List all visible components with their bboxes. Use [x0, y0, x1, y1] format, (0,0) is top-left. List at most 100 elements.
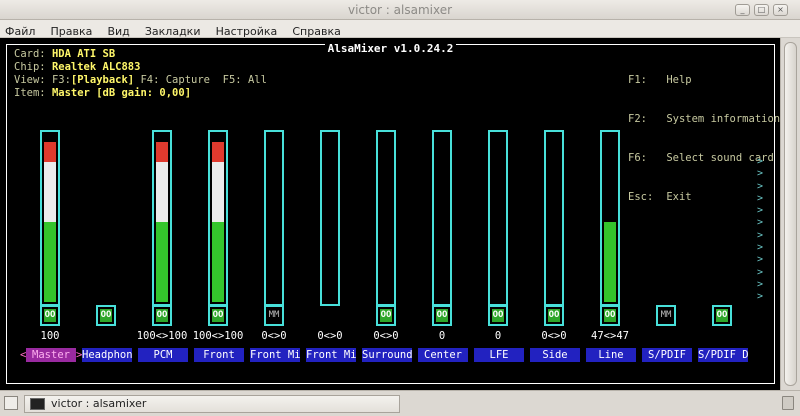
volume-meter[interactable]	[208, 130, 228, 306]
mute-switch[interactable]: MM	[264, 305, 284, 326]
chip-label: Chip:	[14, 61, 46, 73]
channel-name[interactable]: Front Mi	[306, 348, 356, 362]
mixer-title: AlsaMixer v1.0.24.2	[324, 42, 457, 55]
terminal-scrollbar[interactable]	[780, 38, 800, 390]
volume-segment	[212, 232, 224, 242]
volume-meter[interactable]	[432, 130, 452, 306]
channel-name[interactable]: Front Mi	[250, 348, 300, 362]
mute-switch[interactable]: MM	[656, 305, 676, 326]
channel-name[interactable]: Side	[530, 348, 580, 362]
volume-segment	[212, 282, 224, 292]
mute-switch[interactable]: OO	[432, 305, 452, 326]
volume-segment	[604, 252, 616, 262]
volume-value: 100	[40, 330, 60, 342]
selection-left-marker: <	[20, 349, 27, 361]
mute-switch[interactable]: OO	[208, 305, 228, 326]
view-playback[interactable]: [Playback]	[71, 74, 134, 86]
mute-switch[interactable]: OO	[712, 305, 732, 326]
volume-segment	[44, 272, 56, 282]
trash-icon[interactable]	[782, 396, 794, 410]
volume-segment	[156, 172, 168, 182]
volume-segment	[156, 202, 168, 212]
volume-segment	[156, 282, 168, 292]
mute-switch-state: OO	[604, 309, 616, 322]
channel-name[interactable]: Line	[586, 348, 636, 362]
terminal-icon	[30, 398, 45, 410]
volume-segment	[44, 232, 56, 242]
maximize-button[interactable]: □	[754, 4, 769, 16]
taskbar: victor : alsamixer	[0, 390, 800, 416]
volume-segment	[212, 152, 224, 162]
mute-switch[interactable]: OO	[40, 305, 60, 326]
volume-value: 0	[494, 330, 502, 342]
more-channels-arrows: > > > > > > > > > > > >	[757, 156, 764, 303]
volume-segment	[212, 172, 224, 182]
volume-segment	[212, 222, 224, 232]
view-label: View:	[14, 74, 46, 86]
close-button[interactable]: ×	[773, 4, 788, 16]
volume-meter[interactable]	[544, 130, 564, 306]
terminal[interactable]: AlsaMixer v1.0.24.2 Card: HDA ATI SB Chi…	[0, 38, 780, 390]
channel-name[interactable]: LFE	[474, 348, 524, 362]
help-key: Esc:	[628, 191, 654, 203]
volume-segment	[44, 192, 56, 202]
volume-segment	[44, 222, 56, 232]
channel-name[interactable]: Headphon	[82, 348, 132, 362]
volume-meter[interactable]	[320, 130, 340, 306]
volume-value: 0<>0	[373, 330, 399, 342]
help-key: F1:	[628, 74, 647, 86]
volume-segment	[44, 292, 56, 302]
volume-segment	[604, 292, 616, 302]
menu-bar: Файл Правка Вид Закладки Настройка Справ…	[0, 20, 800, 38]
volume-segment	[156, 212, 168, 222]
view-line: View: F3:[Playback] F4: Capture F5: All	[14, 74, 267, 87]
channel-name[interactable]: PCM	[138, 348, 188, 362]
volume-segment	[44, 162, 56, 172]
item-label: Item:	[14, 87, 46, 99]
volume-meter[interactable]	[264, 130, 284, 306]
volume-segment	[604, 232, 616, 242]
volume-segment	[156, 152, 168, 162]
scrollbar-thumb[interactable]	[784, 42, 797, 386]
volume-segment	[156, 192, 168, 202]
volume-meter[interactable]	[40, 130, 60, 306]
mute-switch-state: OO	[44, 309, 56, 322]
channel-name[interactable]: Surround	[362, 348, 412, 362]
channel-name[interactable]: S/PDIF	[642, 348, 692, 362]
mute-switch-state: OO	[380, 309, 392, 322]
channel-name[interactable]: S/PDIF D	[698, 348, 748, 362]
volume-segment	[156, 222, 168, 232]
volume-meter[interactable]	[152, 130, 172, 306]
volume-segment	[44, 212, 56, 222]
volume-meter[interactable]	[488, 130, 508, 306]
volume-meter[interactable]	[600, 130, 620, 306]
mute-switch-state: OO	[436, 309, 448, 322]
mute-switch-state: OO	[548, 309, 560, 322]
mute-switch[interactable]: OO	[600, 305, 620, 326]
mute-switch[interactable]: OO	[152, 305, 172, 326]
mute-switch[interactable]: OO	[544, 305, 564, 326]
selection-right-marker: >	[76, 349, 83, 361]
view-capture[interactable]: F4: Capture	[140, 74, 210, 86]
mute-switch-state: MM	[268, 310, 280, 320]
card-line: Card: HDA ATI SB	[14, 48, 115, 61]
volume-segment	[156, 232, 168, 242]
channel-name[interactable]: Master	[26, 348, 76, 362]
channel-name[interactable]: Front	[194, 348, 244, 362]
view-all[interactable]: F5: All	[223, 74, 267, 86]
minimize-button[interactable]: _	[735, 4, 750, 16]
mute-switch[interactable]: OO	[96, 305, 116, 326]
volume-segment	[212, 192, 224, 202]
volume-segment	[212, 162, 224, 172]
volume-segment	[44, 252, 56, 262]
volume-segment	[156, 292, 168, 302]
taskbar-window-button[interactable]: victor : alsamixer	[24, 395, 400, 413]
volume-segment	[156, 262, 168, 272]
show-desktop-icon[interactable]	[4, 396, 18, 410]
channel-name[interactable]: Center	[418, 348, 468, 362]
mute-switch-state: OO	[212, 309, 224, 322]
volume-segment	[604, 282, 616, 292]
volume-meter[interactable]	[376, 130, 396, 306]
mute-switch[interactable]: OO	[376, 305, 396, 326]
mute-switch[interactable]: OO	[488, 305, 508, 326]
